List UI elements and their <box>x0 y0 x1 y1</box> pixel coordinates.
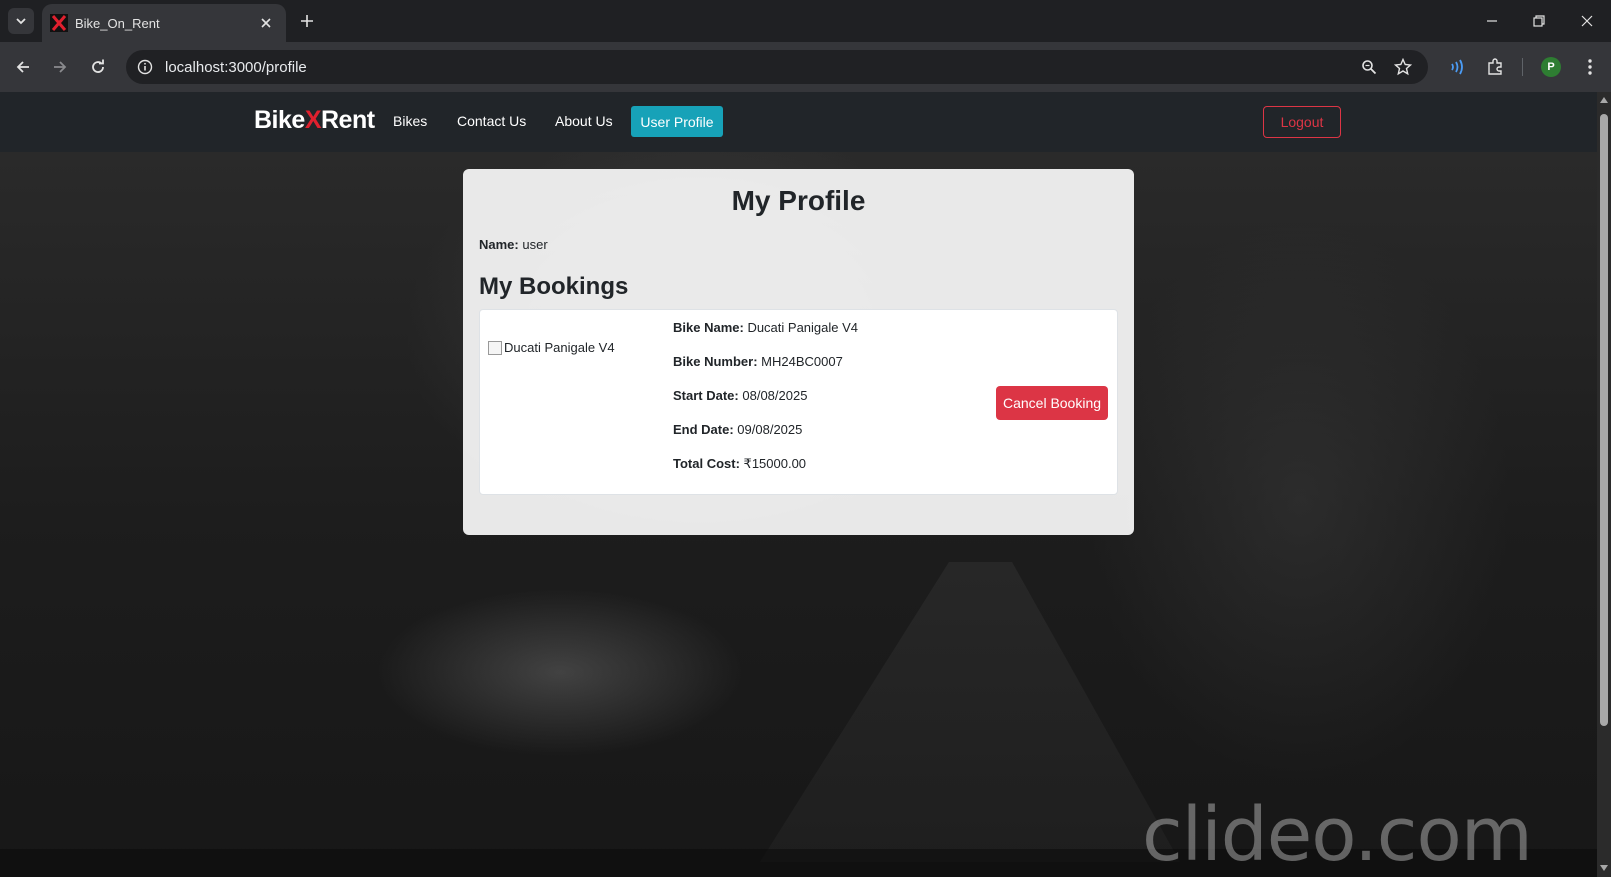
menu-icon[interactable] <box>1577 54 1603 80</box>
back-icon[interactable] <box>10 54 36 80</box>
tab-title: Bike_On_Rent <box>75 16 160 31</box>
profile-avatar[interactable]: P <box>1538 54 1564 80</box>
bike-image: Ducati Panigale V4 <box>488 340 615 355</box>
address-bar[interactable]: localhost:3000/profile <box>126 50 1428 84</box>
site-navbar: BikeXRent Bikes Contact Us About Us User… <box>0 92 1597 152</box>
nav-bikes[interactable]: Bikes <box>393 113 427 129</box>
info-icon[interactable] <box>134 56 156 78</box>
logout-button[interactable]: Logout <box>1263 106 1341 138</box>
profile-name: Name: user <box>479 237 548 252</box>
scroll-up-icon[interactable] <box>1600 96 1608 104</box>
brand-logo[interactable]: BikeXRent <box>254 106 375 135</box>
cancel-booking-button[interactable]: Cancel Booking <box>996 386 1108 420</box>
cast-icon[interactable] <box>1443 54 1469 80</box>
booking-field-bike-name: Bike Name: Ducati Panigale V4 <box>673 320 859 335</box>
favicon-icon <box>50 14 68 32</box>
page-title: My Profile <box>731 185 866 216</box>
bookings-heading: My Bookings <box>479 273 629 300</box>
scroll-down-icon[interactable] <box>1600 864 1608 872</box>
booking-field-bike-number: Bike Number: MH24BC0007 <box>673 354 843 369</box>
minimize-icon[interactable] <box>1480 10 1504 32</box>
name-label: Name: <box>479 237 519 252</box>
close-window-icon[interactable] <box>1575 10 1599 32</box>
nav-about-us[interactable]: About Us <box>555 113 613 129</box>
booking-field-start-date: Start Date: 08/08/2025 <box>673 388 808 403</box>
broken-image-icon <box>488 340 502 355</box>
browser-toolbar: localhost:3000/profile P <box>0 42 1611 92</box>
profile-card: My Profile Name: user My Bookings Ducati… <box>463 169 1134 535</box>
name-value: user <box>522 237 548 252</box>
extensions-icon[interactable] <box>1482 54 1508 80</box>
watermark: clideo.com <box>1142 792 1533 877</box>
star-icon[interactable] <box>1392 56 1414 78</box>
scrollbar-thumb[interactable] <box>1600 114 1608 726</box>
plus-icon[interactable] <box>296 10 318 32</box>
tab-list-icon[interactable] <box>8 8 34 34</box>
nav-user-profile[interactable]: User Profile <box>631 106 723 137</box>
nav-contact-us[interactable]: Contact Us <box>457 113 526 129</box>
booking-field-total-cost: Total Cost: ₹15000.00 <box>673 456 807 471</box>
booking-field-end-date: End Date: 09/08/2025 <box>673 422 803 437</box>
booking-card: Ducati Panigale V4 Bike Name: Ducati Pan… <box>479 309 1118 495</box>
forward-icon[interactable] <box>47 54 73 80</box>
url-text: localhost:3000/profile <box>165 59 307 76</box>
reload-icon[interactable] <box>85 54 111 80</box>
zoom-icon[interactable] <box>1358 56 1380 78</box>
restore-icon[interactable] <box>1527 10 1551 32</box>
close-icon[interactable] <box>256 13 276 33</box>
page-scrollbar[interactable] <box>1597 92 1611 877</box>
browser-tab-bar: Bike_On_Rent <box>0 0 1611 42</box>
browser-tab[interactable]: Bike_On_Rent <box>42 4 286 42</box>
toolbar-divider <box>1522 58 1523 76</box>
page-viewport: clideo.com BikeXRent Bikes Contact Us Ab… <box>0 92 1597 877</box>
bike-image-alt: Ducati Panigale V4 <box>504 340 615 355</box>
